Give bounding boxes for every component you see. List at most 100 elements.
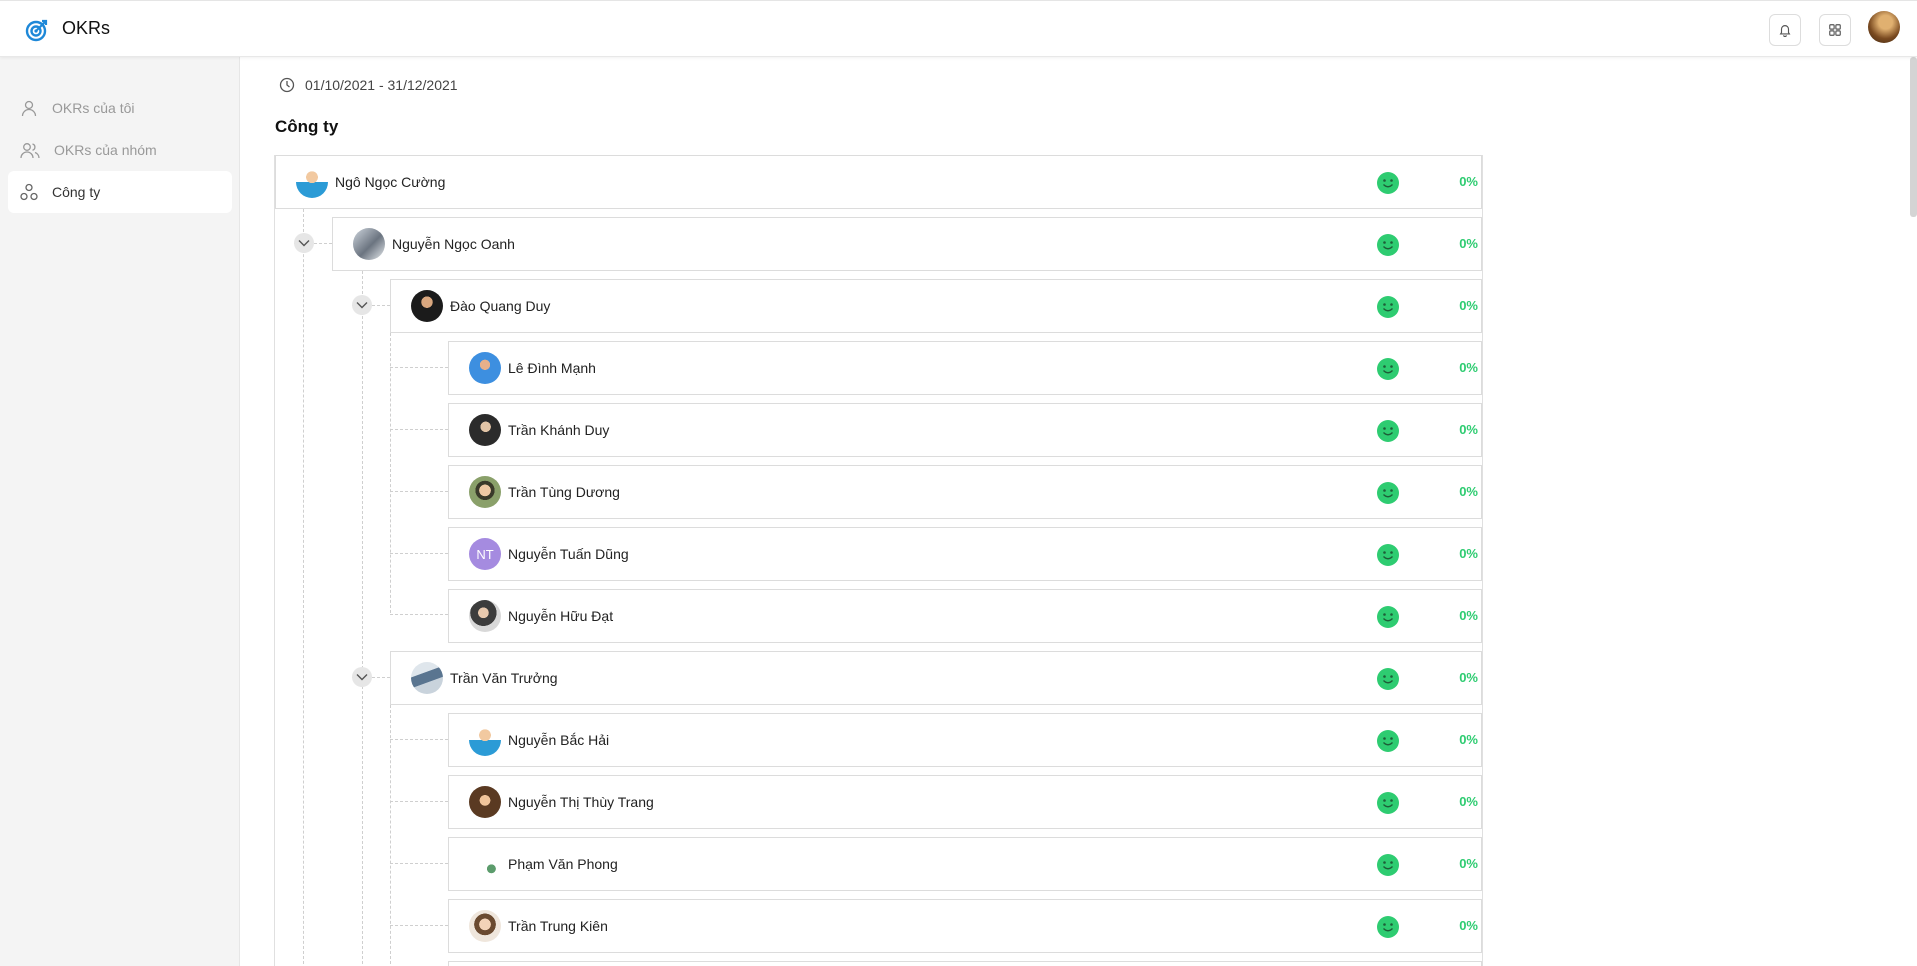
tree-node[interactable]: Phạm Văn Phong 0% (448, 837, 1482, 891)
avatar (469, 476, 501, 508)
tree-node[interactable]: Trần Văn Trưởng 0% (390, 651, 1482, 705)
notification-button[interactable] (1769, 14, 1801, 46)
tree-connector (390, 333, 391, 613)
tree-connector (390, 925, 448, 926)
member-name: Nguyễn Ngọc Oanh (392, 236, 515, 252)
progress-value: 0% (1459, 484, 1478, 499)
tree-connector (390, 491, 448, 492)
progress-value: 0% (1459, 174, 1478, 189)
tree-node[interactable]: Nguyễn Bắc Hải 0% (448, 713, 1482, 767)
member-name: Trần Trung Kiên (508, 918, 608, 934)
tree-connector (390, 801, 448, 802)
avatar (469, 352, 501, 384)
tree-node[interactable]: Ngô Ngọc Cường 0% (275, 155, 1482, 209)
tree-node[interactable]: Nguyễn Hữu Đạt 0% (448, 589, 1482, 643)
progress-value: 0% (1459, 794, 1478, 809)
member-name: Nguyễn Bắc Hải (508, 732, 610, 748)
avatar (411, 662, 443, 694)
users-icon (20, 143, 40, 159)
chevron-down-icon (356, 302, 368, 309)
member-name: Phạm Văn Phong (508, 856, 618, 872)
apps-button[interactable] (1819, 14, 1851, 46)
tree-node[interactable]: Trần Trung Kiên 0% (448, 899, 1482, 953)
progress-value: 0% (1459, 546, 1478, 561)
tree-node[interactable]: Lê Đình Mạnh 0% (448, 341, 1482, 395)
progress-value: 0% (1459, 856, 1478, 871)
member-name: Trần Khánh Duy (508, 422, 610, 438)
progress-value: 0% (1459, 236, 1478, 251)
avatar (469, 414, 501, 446)
smile-status-icon (1377, 420, 1399, 442)
collapse-toggle[interactable] (352, 667, 372, 687)
sidebar-item-label: Công ty (52, 184, 101, 200)
avatar (469, 600, 501, 632)
member-name: Trần Văn Trưởng (450, 670, 558, 686)
smile-status-icon (1377, 172, 1399, 194)
avatar (469, 786, 501, 818)
sidebar-item-company[interactable]: Công ty (8, 171, 232, 213)
user-avatar[interactable] (1868, 11, 1900, 43)
smile-status-icon (1377, 916, 1399, 938)
member-name: Nguyễn Thị Thùy Trang (508, 794, 654, 810)
smile-status-icon (1377, 544, 1399, 566)
smile-status-icon (1377, 792, 1399, 814)
progress-value: 0% (1459, 608, 1478, 623)
chevron-down-icon (298, 240, 310, 247)
collapse-toggle[interactable] (352, 295, 372, 315)
member-name: Nguyễn Tuấn Dũng (508, 546, 629, 562)
avatar (296, 166, 328, 198)
smile-status-icon (1377, 358, 1399, 380)
progress-value: 0% (1459, 670, 1478, 685)
progress-value: 0% (1459, 732, 1478, 747)
smile-status-icon (1377, 482, 1399, 504)
tree-node[interactable]: Nguyễn Ngọc Oanh 0% (332, 217, 1482, 271)
smile-status-icon (1377, 234, 1399, 256)
app-title[interactable]: OKRs (62, 18, 110, 39)
smile-status-icon (1377, 606, 1399, 628)
tree-connector (390, 739, 448, 740)
smile-status-icon (1377, 854, 1399, 876)
progress-value: 0% (1459, 422, 1478, 437)
tree-node[interactable]: NT Nguyễn Tuấn Dũng 0% (448, 527, 1482, 581)
tree-node[interactable]: Trần Khánh Duy 0% (448, 403, 1482, 457)
member-name: Trần Tùng Dương (508, 484, 620, 500)
tree-connector (390, 429, 448, 430)
sidebar-item-label: OKRs của nhóm (54, 142, 157, 158)
date-range: 01/10/2021 - 31/12/2021 (305, 77, 458, 93)
tree-node[interactable]: Nguyễn Thị Thùy Trang 0% (448, 775, 1482, 829)
org-icon (20, 183, 38, 201)
avatar (411, 290, 443, 322)
member-name: Nguyễn Hữu Đạt (508, 608, 614, 624)
scrollbar-thumb[interactable] (1910, 57, 1917, 217)
sidebar-item-label: OKRs của tôi (52, 100, 135, 116)
top-header: OKRs (0, 0, 1917, 57)
avatar (469, 910, 501, 942)
sidebar-item-my-okrs[interactable]: OKRs của tôi (8, 87, 232, 129)
avatar (353, 228, 385, 260)
chevron-down-icon (356, 674, 368, 681)
progress-value: 0% (1459, 360, 1478, 375)
tree-node[interactable]: Trần Tùng Dương 0% (448, 465, 1482, 519)
grid-icon (1829, 24, 1841, 36)
bell-icon (1779, 25, 1791, 37)
progress-value: 0% (1459, 918, 1478, 933)
target-logo-icon[interactable] (25, 18, 49, 42)
smile-status-icon (1377, 296, 1399, 318)
tree-connector (390, 863, 448, 864)
tree-connector (390, 553, 448, 554)
avatar (469, 848, 501, 880)
tree-node[interactable]: Đào Quang Duy 0% (390, 279, 1482, 333)
sidebar-item-team-okrs[interactable]: OKRs của nhóm (8, 129, 232, 171)
period-selector[interactable]: 01/10/2021 - 31/12/2021 (279, 77, 458, 93)
avatar (469, 724, 501, 756)
member-name: Đào Quang Duy (450, 298, 551, 314)
collapse-toggle[interactable] (294, 233, 314, 253)
tree-connector (362, 271, 363, 966)
progress-value: 0% (1459, 298, 1478, 313)
member-name: Ngô Ngọc Cường (335, 174, 446, 190)
page-title: Công ty (275, 117, 339, 136)
smile-status-icon (1377, 730, 1399, 752)
sidebar: OKRs của tôi OKRs của nhóm Công ty (0, 57, 240, 966)
tree-connector (303, 209, 304, 966)
tree-node[interactable] (448, 961, 1482, 966)
